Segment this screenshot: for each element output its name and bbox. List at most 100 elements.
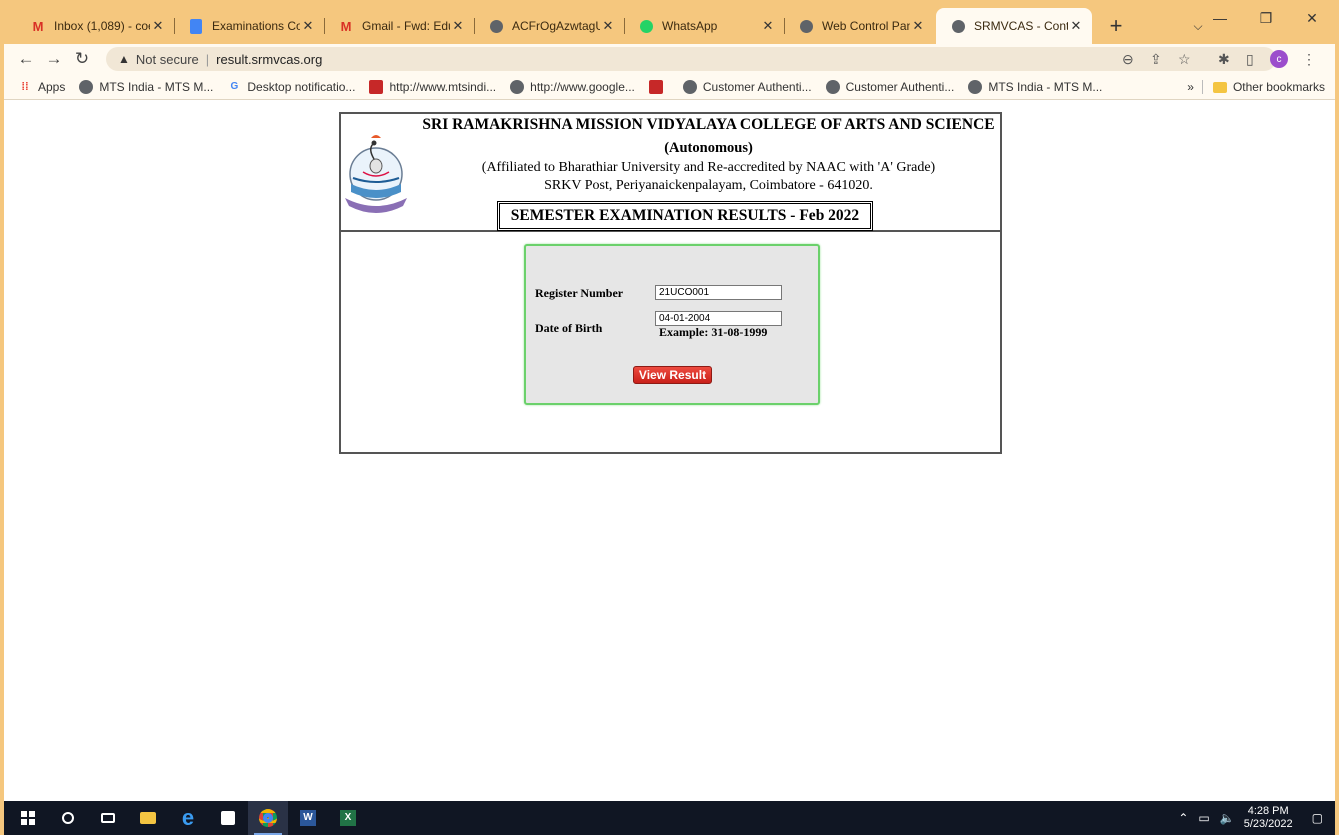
minimize-icon[interactable]: — bbox=[1197, 0, 1243, 36]
network-icon[interactable]: ▭ bbox=[1198, 811, 1209, 825]
tab-inbox[interactable]: M Inbox (1,089) - coe ✕ bbox=[16, 8, 175, 44]
tab-strip: M Inbox (1,089) - coe ✕ Examinations Com… bbox=[4, 0, 1335, 44]
bookmark-item[interactable]: MTS India - MTS M... bbox=[968, 79, 1102, 94]
share-icon[interactable]: ⇪ bbox=[1150, 47, 1162, 71]
close-icon[interactable]: ✕ bbox=[150, 18, 166, 34]
profile-initial: c bbox=[1270, 50, 1288, 68]
dob-input[interactable]: 04-01-2004 bbox=[655, 311, 782, 326]
new-tab-button[interactable]: + bbox=[1102, 12, 1130, 40]
other-bookmarks[interactable]: » Other bookmarks bbox=[1187, 74, 1325, 100]
bookmark-item[interactable]: Customer Authenti... bbox=[825, 79, 955, 94]
apps-grid-icon: ⁞⁞ bbox=[21, 80, 29, 93]
bookmarks-bar: ⁞⁞ Apps MTS India - MTS M... G Desktop n… bbox=[4, 74, 1335, 100]
tab-web-control-panel[interactable]: Web Control Panel ✕ bbox=[784, 8, 934, 44]
google-icon: G bbox=[230, 81, 239, 92]
windows-start-icon[interactable] bbox=[8, 801, 48, 835]
tab-title: Gmail - Fwd: Educa bbox=[362, 19, 450, 33]
other-bookmarks-label: Other bookmarks bbox=[1232, 80, 1325, 94]
close-icon[interactable]: ✕ bbox=[760, 18, 776, 34]
zoom-icon[interactable]: ⊖ bbox=[1122, 47, 1134, 71]
bookmark-item[interactable]: http://www.mtsindi... bbox=[369, 79, 497, 94]
close-icon[interactable]: ✕ bbox=[1068, 18, 1084, 34]
tab-srmvcas[interactable]: SRMVCAS - Contro ✕ bbox=[936, 8, 1092, 44]
tab-title: Inbox (1,089) - coe bbox=[54, 19, 150, 33]
bookmark-label: Apps bbox=[38, 79, 66, 94]
back-icon[interactable]: ← bbox=[14, 47, 38, 71]
close-icon[interactable]: ✕ bbox=[450, 18, 466, 34]
bookmark-label: http://www.google... bbox=[530, 79, 635, 94]
tab-whatsapp[interactable]: WhatsApp ✕ bbox=[624, 8, 785, 44]
dob-label: Date of Birth bbox=[535, 321, 603, 335]
search-icon[interactable] bbox=[48, 801, 88, 835]
dob-example: Example: 31-08-1999 bbox=[659, 325, 768, 339]
tab-acfr[interactable]: ACFrOgAzwtagUsl ✕ bbox=[474, 8, 625, 44]
extensions-icon[interactable]: ✱ bbox=[1218, 47, 1230, 71]
security-label: Not secure bbox=[135, 51, 199, 67]
tab-title: ACFrOgAzwtagUsl bbox=[512, 19, 600, 33]
windows-taskbar: e W X ⌃ ▭ 🔈 4:28 PM 5/23/2022 ▢ bbox=[4, 801, 1335, 835]
tab-title: Examinations Comr bbox=[212, 19, 300, 33]
pdf-icon bbox=[369, 79, 384, 94]
globe-icon bbox=[968, 79, 983, 94]
globe-icon bbox=[682, 79, 697, 94]
reload-icon[interactable]: ↻ bbox=[70, 47, 94, 71]
page-content: SRI RAMAKRISHNA MISSION VIDYALAYA COLLEG… bbox=[4, 100, 1335, 801]
globe-icon bbox=[825, 79, 840, 94]
college-name: SRI RAMAKRISHNA MISSION VIDYALAYA COLLEG… bbox=[422, 116, 995, 133]
bookmark-item[interactable]: G Desktop notificatio... bbox=[227, 80, 355, 94]
chrome-icon[interactable] bbox=[248, 801, 288, 835]
affiliation-text: (Affiliated to Bharathiar University and… bbox=[481, 160, 936, 175]
bookmark-item[interactable]: Customer Authenti... bbox=[682, 79, 812, 94]
results-container: SRI RAMAKRISHNA MISSION VIDYALAYA COLLEG… bbox=[339, 112, 1002, 454]
bookmark-item[interactable]: http://www.google... bbox=[510, 79, 635, 94]
side-panel-icon[interactable]: ▯ bbox=[1246, 47, 1254, 71]
menu-icon[interactable]: ⋮ bbox=[1302, 47, 1316, 71]
excel-icon[interactable]: X bbox=[328, 801, 368, 835]
view-result-button[interactable]: View Result bbox=[633, 366, 712, 384]
address-bar[interactable]: ▲ Not secure | result.srmvcas.org bbox=[106, 47, 1276, 71]
restore-icon[interactable]: ❐ bbox=[1243, 0, 1289, 36]
clock[interactable]: 4:28 PM 5/23/2022 bbox=[1244, 805, 1293, 831]
store-icon[interactable] bbox=[208, 801, 248, 835]
system-tray: ⌃ ▭ 🔈 4:28 PM 5/23/2022 ▢ bbox=[1173, 801, 1335, 835]
bookmark-label: http://www.mtsindi... bbox=[389, 79, 497, 94]
task-view-icon[interactable] bbox=[88, 801, 128, 835]
tab-examinations[interactable]: Examinations Comr ✕ bbox=[174, 8, 325, 44]
close-icon[interactable]: ✕ bbox=[600, 18, 616, 34]
bookmark-apps[interactable]: ⁞⁞ Apps bbox=[18, 80, 65, 94]
globe-icon bbox=[950, 18, 966, 34]
profile-avatar[interactable]: c bbox=[1270, 47, 1288, 71]
chevron-double-right-icon[interactable]: » bbox=[1187, 80, 1194, 94]
bookmark-item[interactable]: MTS India - MTS M... bbox=[79, 79, 213, 94]
forward-icon[interactable]: → bbox=[42, 47, 66, 71]
clock-date: 5/23/2022 bbox=[1243, 818, 1293, 830]
volume-icon[interactable]: 🔈 bbox=[1220, 811, 1235, 825]
chevron-up-icon[interactable]: ⌃ bbox=[1178, 811, 1188, 825]
close-icon[interactable]: ✕ bbox=[910, 18, 926, 34]
globe-icon bbox=[488, 18, 504, 34]
word-icon[interactable]: W bbox=[288, 801, 328, 835]
register-number-input[interactable]: 21UCO001 bbox=[655, 285, 782, 300]
star-icon[interactable]: ☆ bbox=[1178, 47, 1191, 71]
edge-icon[interactable]: e bbox=[168, 801, 208, 835]
notification-icon[interactable]: ▢ bbox=[1312, 811, 1323, 825]
close-icon[interactable]: ✕ bbox=[300, 18, 316, 34]
tab-title: WhatsApp bbox=[662, 19, 718, 33]
url-text: result.srmvcas.org bbox=[216, 51, 323, 67]
tab-gmail-fwd[interactable]: M Gmail - Fwd: Educa ✕ bbox=[324, 8, 475, 44]
tab-title: SRMVCAS - Contro bbox=[974, 19, 1068, 33]
bookmark-item[interactable] bbox=[648, 79, 669, 94]
globe-icon bbox=[79, 79, 94, 94]
clock-time: 4:28 PM bbox=[1247, 805, 1289, 817]
bookmark-label: Customer Authenti... bbox=[845, 79, 955, 94]
whatsapp-icon bbox=[638, 18, 654, 34]
bookmark-label: Customer Authenti... bbox=[702, 79, 812, 94]
gmail-icon: M bbox=[340, 18, 352, 34]
globe-icon bbox=[510, 79, 525, 94]
bookmark-label: Desktop notificatio... bbox=[247, 79, 356, 94]
close-window-icon[interactable]: ✕ bbox=[1289, 0, 1335, 36]
divider bbox=[1201, 80, 1203, 94]
docs-icon bbox=[188, 18, 204, 34]
file-explorer-icon[interactable] bbox=[128, 801, 168, 835]
exam-title: SEMESTER EXAMINATION RESULTS - Feb 2022 bbox=[497, 201, 873, 231]
